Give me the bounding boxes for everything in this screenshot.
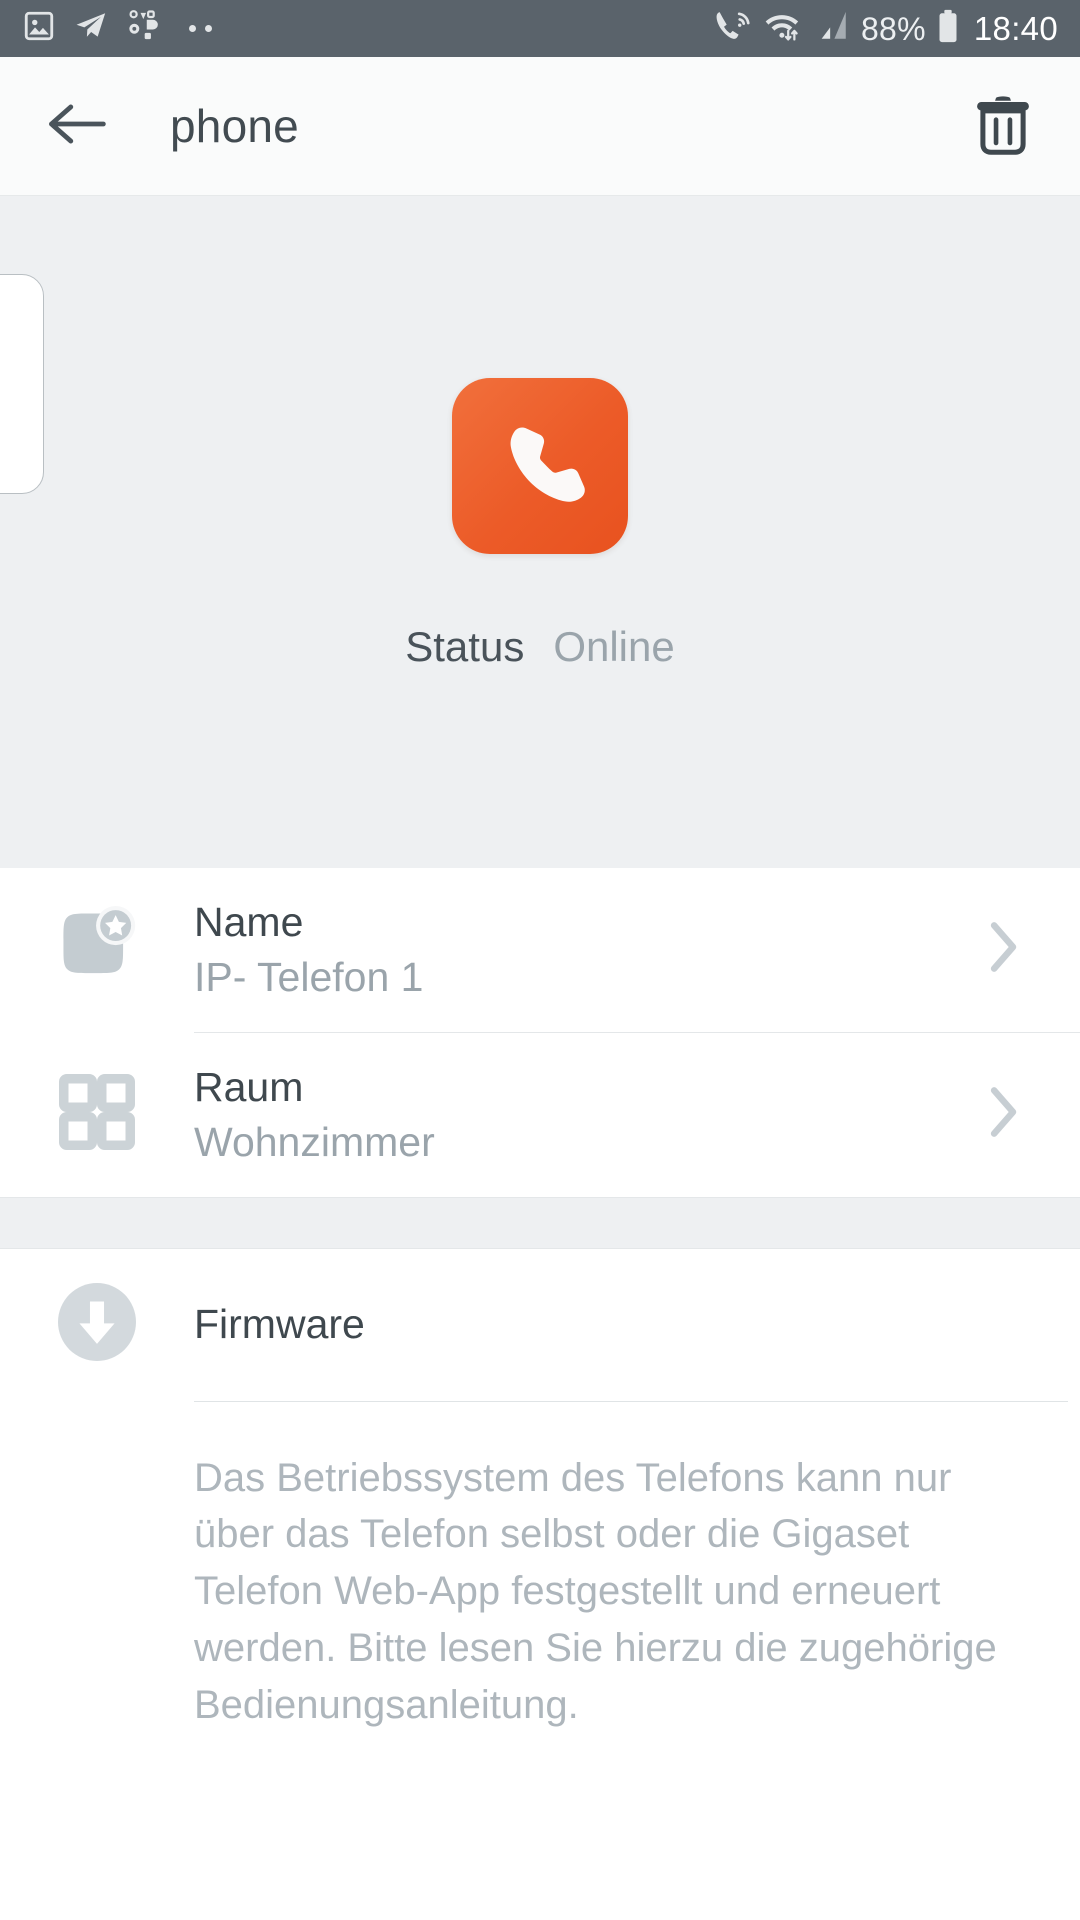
phone-handset-icon bbox=[491, 415, 589, 518]
wifi-calling-icon bbox=[715, 9, 752, 48]
firmware-section: Firmware Das Betriebssystem des Telefons… bbox=[0, 1248, 1080, 1734]
battery-icon bbox=[937, 9, 959, 48]
app-toolbar: phone bbox=[0, 57, 1080, 196]
settings-row-value: Wohnzimmer bbox=[194, 1119, 435, 1166]
status-value: Online bbox=[553, 623, 675, 670]
arrow-left-icon bbox=[46, 101, 108, 152]
status-bar-left-icons bbox=[22, 8, 715, 49]
name-badge-star-icon bbox=[56, 906, 138, 993]
hero-content: Status Online bbox=[0, 196, 1080, 868]
chevron-right-icon bbox=[987, 920, 1021, 979]
device-app-icon bbox=[452, 378, 628, 554]
settings-row-text: Raum Wohnzimmer bbox=[194, 1033, 974, 1197]
grid-rooms-icon bbox=[59, 1074, 135, 1155]
settings-row-title: Raum bbox=[194, 1063, 304, 1110]
notification-dots bbox=[189, 25, 212, 32]
settings-row-text: Name IP- Telefon 1 bbox=[194, 868, 974, 1032]
back-button[interactable] bbox=[44, 93, 110, 159]
notification-dot bbox=[205, 25, 212, 32]
clock-label: 18:40 bbox=[973, 10, 1058, 47]
settings-row-name[interactable]: Name IP- Telefon 1 bbox=[0, 868, 1080, 1032]
row-icon-wrapper bbox=[0, 906, 194, 993]
firmware-row[interactable]: Firmware bbox=[0, 1249, 1080, 1401]
chevron-right-icon bbox=[987, 1085, 1021, 1144]
shapes-icon bbox=[126, 8, 162, 49]
wifi-data-icon bbox=[763, 9, 805, 48]
status-bar-right-icons: 88% 18:40 bbox=[715, 9, 1058, 48]
battery-percent-label: 88% bbox=[860, 10, 926, 47]
device-settings-section: Name IP- Telefon 1 Raum Wohnzimmer bbox=[0, 868, 1080, 1197]
row-icon-wrapper bbox=[0, 1074, 194, 1155]
row-chevron-wrapper bbox=[974, 920, 1034, 979]
telegram-icon bbox=[73, 9, 109, 48]
download-circle-icon bbox=[58, 1283, 136, 1366]
row-icon-wrapper bbox=[0, 1283, 194, 1366]
settings-row-value: IP- Telefon 1 bbox=[194, 954, 424, 1001]
image-icon bbox=[22, 9, 56, 48]
notification-dot bbox=[189, 25, 196, 32]
settings-row-raum[interactable]: Raum Wohnzimmer bbox=[0, 1033, 1080, 1197]
firmware-title: Firmware bbox=[194, 1301, 365, 1348]
app-screen: 88% 18:40 phone Status Online Name IP- T… bbox=[0, 0, 1080, 1920]
cell-signal-icon bbox=[816, 10, 850, 47]
device-hero-section: Status Online bbox=[0, 196, 1080, 868]
status-bar: 88% 18:40 bbox=[0, 0, 1080, 57]
device-status-line: Status Online bbox=[405, 623, 674, 671]
page-title: phone bbox=[170, 100, 299, 152]
row-chevron-wrapper bbox=[974, 1085, 1034, 1144]
delete-button[interactable] bbox=[972, 95, 1034, 157]
section-separator bbox=[0, 1196, 1080, 1249]
firmware-note: Das Betriebssystem des Telefons kann nur… bbox=[194, 1455, 997, 1727]
settings-row-title: Name bbox=[194, 899, 304, 945]
trash-icon bbox=[974, 93, 1032, 160]
firmware-row-text: Firmware bbox=[194, 1270, 974, 1378]
status-label: Status bbox=[405, 623, 525, 670]
